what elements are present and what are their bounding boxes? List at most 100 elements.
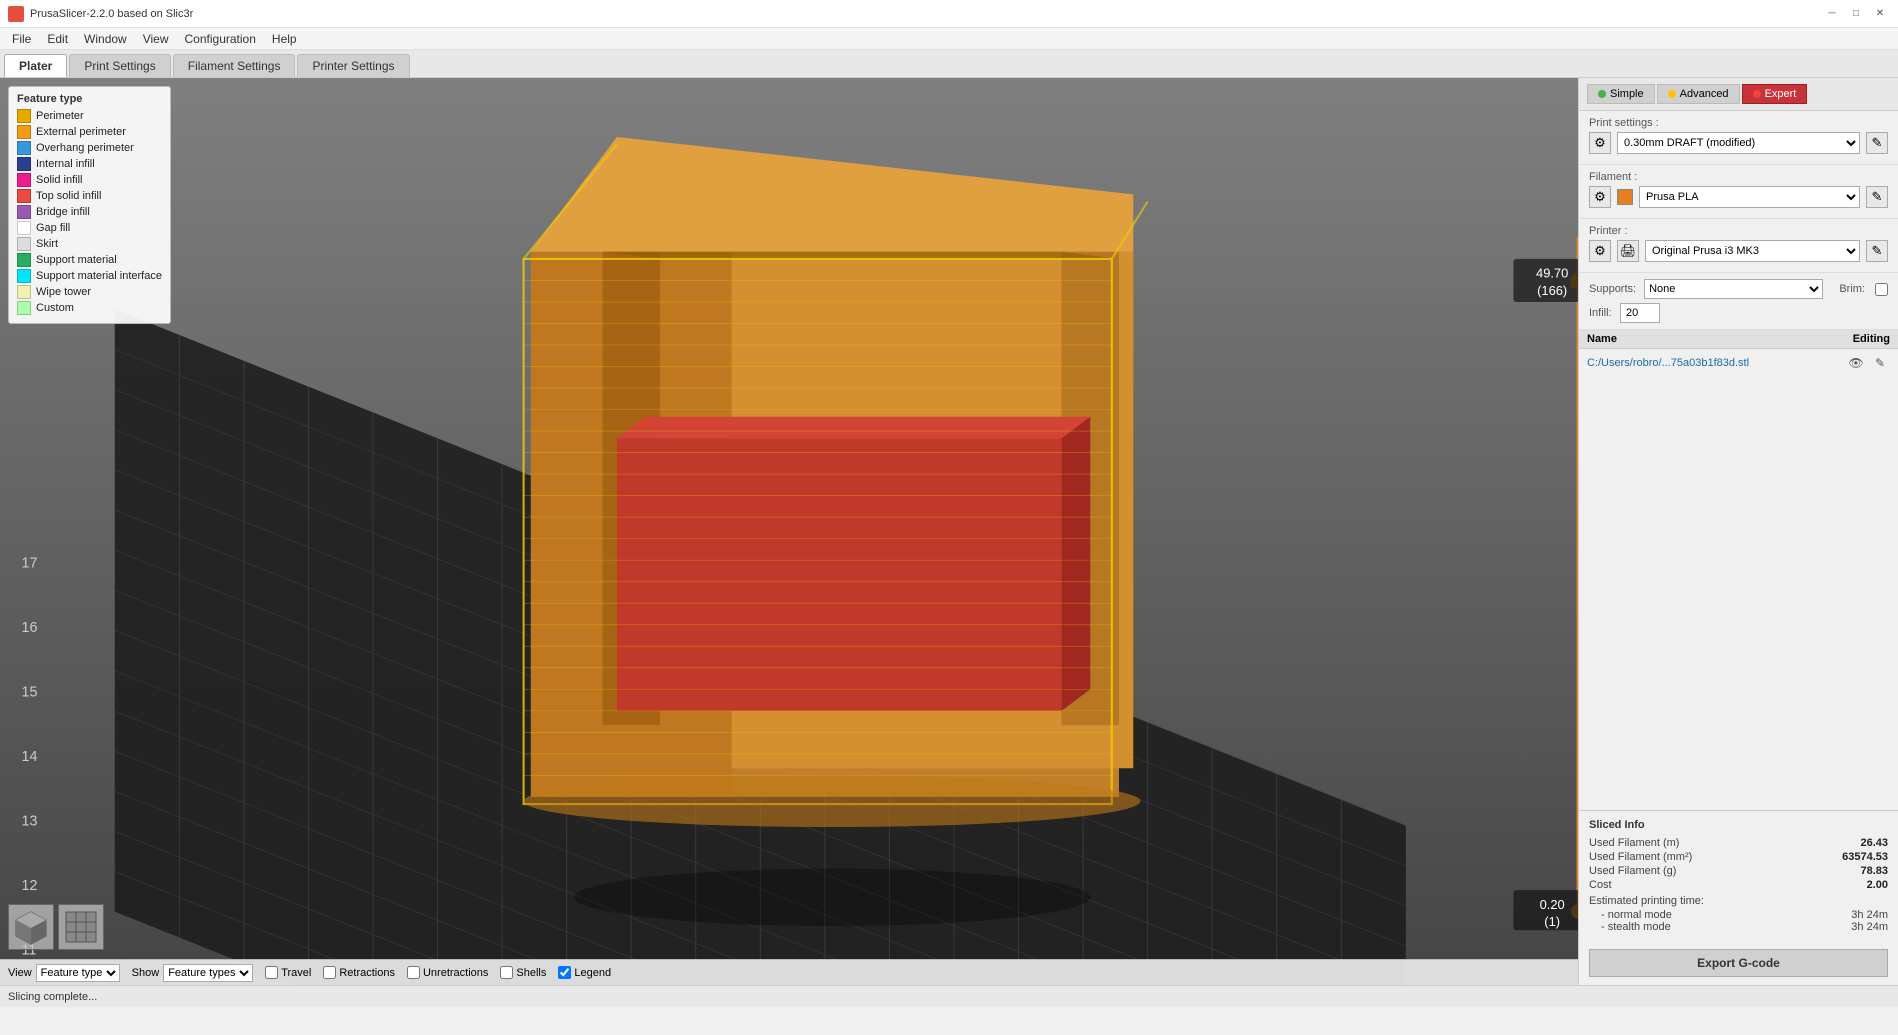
legend-checkbox-label[interactable]: Legend bbox=[558, 966, 611, 979]
legend-color-swatch bbox=[17, 125, 31, 139]
printer-type-btn[interactable]: 🖨 bbox=[1617, 240, 1639, 262]
supports-row: Supports: None Brim: bbox=[1589, 279, 1888, 299]
normal-mode-time-row: - normal mode 3h 24m bbox=[1589, 909, 1888, 921]
legend-color-swatch bbox=[17, 109, 31, 123]
svg-text:(166): (166) bbox=[1537, 283, 1567, 298]
legend-title: Feature type bbox=[17, 93, 162, 105]
print-settings-edit-btn[interactable]: ✎ bbox=[1866, 132, 1888, 154]
stealth-mode-time-row: - stealth mode 3h 24m bbox=[1589, 921, 1888, 933]
cube-flat-button[interactable] bbox=[58, 904, 104, 950]
show-group: Show Feature types bbox=[132, 964, 254, 982]
svg-text:49.70: 49.70 bbox=[1536, 266, 1568, 281]
maximize-button[interactable]: □ bbox=[1846, 5, 1866, 23]
legend-item-label: Perimeter bbox=[36, 110, 84, 122]
legend-item-label: Bridge infill bbox=[36, 206, 90, 218]
used-filament-mm2-value: 63574.53 bbox=[1842, 851, 1888, 863]
filament-icon-btn[interactable]: ⚙ bbox=[1589, 186, 1611, 208]
expert-mode-button[interactable]: Expert bbox=[1742, 84, 1808, 104]
menu-file[interactable]: File bbox=[4, 30, 39, 48]
print-settings-icon-btn[interactable]: ⚙ bbox=[1589, 132, 1611, 154]
svg-text:14: 14 bbox=[22, 749, 38, 765]
title-bar-controls: ─ □ ✕ bbox=[1822, 5, 1890, 23]
right-panel: Simple Advanced Expert Print settings : … bbox=[1578, 78, 1898, 985]
app-icon bbox=[8, 6, 24, 22]
view-select[interactable]: Feature type bbox=[36, 964, 120, 982]
print-settings-select[interactable]: 0.30mm DRAFT (modified) bbox=[1617, 132, 1860, 154]
legend-color-swatch bbox=[17, 173, 31, 187]
svg-text:13: 13 bbox=[22, 814, 38, 830]
object-edit-button[interactable]: ✎ bbox=[1870, 353, 1890, 373]
status-bar: Slicing complete... bbox=[0, 985, 1898, 1007]
close-button[interactable]: ✕ bbox=[1870, 5, 1890, 23]
tab-filament-settings[interactable]: Filament Settings bbox=[173, 54, 296, 77]
legend-item: Bridge infill bbox=[17, 205, 162, 219]
menu-help[interactable]: Help bbox=[264, 30, 305, 48]
export-gcode-button[interactable]: Export G-code bbox=[1589, 949, 1888, 977]
legend-item: Gap fill bbox=[17, 221, 162, 235]
objects-name-header: Name bbox=[1587, 333, 1617, 345]
legend-item-label: Skirt bbox=[36, 238, 58, 250]
printer-edit-btn[interactable]: ✎ bbox=[1866, 240, 1888, 262]
cube-3d-button[interactable] bbox=[8, 904, 54, 950]
legend-item: Perimeter bbox=[17, 109, 162, 123]
travel-checkbox-label[interactable]: Travel bbox=[265, 966, 311, 979]
normal-mode-label: - normal mode bbox=[1601, 909, 1672, 921]
unretractions-checkbox[interactable] bbox=[407, 966, 420, 979]
feature-legend: Feature type PerimeterExternal perimeter… bbox=[8, 86, 171, 324]
shells-checkbox[interactable] bbox=[500, 966, 513, 979]
main-layout: Feature type PerimeterExternal perimeter… bbox=[0, 78, 1898, 985]
print-mode-bar: Simple Advanced Expert bbox=[1579, 78, 1898, 111]
viewport-bottom-bar: View Feature type Show Feature types Tra… bbox=[0, 959, 1578, 985]
supports-select[interactable]: None bbox=[1644, 279, 1823, 299]
retractions-label: Retractions bbox=[339, 967, 395, 979]
legend-item: Support material interface bbox=[17, 269, 162, 283]
menu-bar: File Edit Window View Configuration Help bbox=[0, 28, 1898, 50]
minimize-button[interactable]: ─ bbox=[1822, 5, 1842, 23]
tab-plater[interactable]: Plater bbox=[4, 54, 67, 77]
legend-color-swatch bbox=[17, 221, 31, 235]
printer-icon-btn[interactable]: ⚙ bbox=[1589, 240, 1611, 262]
cost-row: Cost 2.00 bbox=[1589, 879, 1888, 891]
legend-item: Top solid infill bbox=[17, 189, 162, 203]
tab-printer-settings[interactable]: Printer Settings bbox=[297, 54, 409, 77]
simple-mode-button[interactable]: Simple bbox=[1587, 84, 1655, 104]
advanced-mode-label: Advanced bbox=[1680, 88, 1729, 100]
show-select[interactable]: Feature types bbox=[163, 964, 253, 982]
filament-select[interactable]: Prusa PLA bbox=[1639, 186, 1860, 208]
brim-label: Brim: bbox=[1839, 283, 1865, 295]
legend-color-swatch bbox=[17, 269, 31, 283]
unretractions-checkbox-label[interactable]: Unretractions bbox=[407, 966, 488, 979]
legend-item: Internal infill bbox=[17, 157, 162, 171]
infill-input[interactable] bbox=[1620, 303, 1660, 323]
cost-label: Cost bbox=[1589, 879, 1612, 891]
menu-edit[interactable]: Edit bbox=[39, 30, 76, 48]
legend-checkbox[interactable] bbox=[558, 966, 571, 979]
legend-item: Support material bbox=[17, 253, 162, 267]
brim-checkbox[interactable] bbox=[1875, 283, 1888, 296]
cost-value: 2.00 bbox=[1867, 879, 1888, 891]
used-filament-m-label: Used Filament (m) bbox=[1589, 837, 1679, 849]
advanced-mode-button[interactable]: Advanced bbox=[1657, 84, 1740, 104]
expert-mode-dot bbox=[1753, 90, 1761, 98]
menu-configuration[interactable]: Configuration bbox=[177, 30, 264, 48]
legend-item-label: Gap fill bbox=[36, 222, 70, 234]
legend-item-label: Wipe tower bbox=[36, 286, 91, 298]
printer-section: Printer : ⚙ 🖨 Original Prusa i3 MK3 ✎ bbox=[1579, 219, 1898, 273]
filament-edit-btn[interactable]: ✎ bbox=[1866, 186, 1888, 208]
filament-label: Filament : bbox=[1589, 171, 1888, 183]
menu-view[interactable]: View bbox=[135, 30, 177, 48]
retractions-checkbox-label[interactable]: Retractions bbox=[323, 966, 395, 979]
retractions-checkbox[interactable] bbox=[323, 966, 336, 979]
object-eye-button[interactable]: 👁 bbox=[1846, 353, 1866, 373]
travel-checkbox[interactable] bbox=[265, 966, 278, 979]
view-label: View bbox=[8, 967, 32, 979]
legend-label: Legend bbox=[574, 967, 611, 979]
shells-checkbox-label[interactable]: Shells bbox=[500, 966, 546, 979]
menu-window[interactable]: Window bbox=[76, 30, 135, 48]
sliced-info-section: Sliced Info Used Filament (m) 26.43 Used… bbox=[1579, 810, 1898, 941]
filament-section: Filament : ⚙ Prusa PLA ✎ bbox=[1579, 165, 1898, 219]
tab-print-settings[interactable]: Print Settings bbox=[69, 54, 170, 77]
objects-header: Name Editing bbox=[1579, 330, 1898, 349]
viewport-area[interactable]: Feature type PerimeterExternal perimeter… bbox=[0, 78, 1578, 985]
printer-select[interactable]: Original Prusa i3 MK3 bbox=[1645, 240, 1860, 262]
